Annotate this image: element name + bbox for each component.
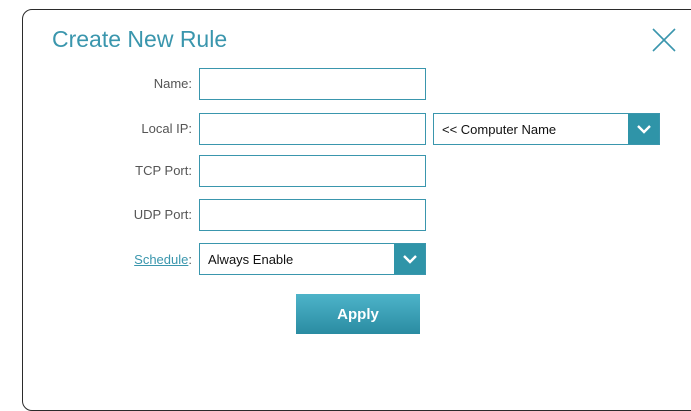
- tcp-port-label: TCP Port:: [135, 163, 192, 178]
- schedule-label-colon: :: [188, 252, 192, 267]
- chevron-down-icon: [636, 125, 651, 134]
- udp-port-input[interactable]: [199, 199, 426, 231]
- apply-button[interactable]: Apply: [296, 294, 420, 334]
- computer-name-dropdown-button[interactable]: [628, 114, 659, 144]
- dialog-title: Create New Rule: [52, 26, 228, 52]
- name-input[interactable]: [199, 68, 426, 100]
- close-icon: [652, 28, 676, 52]
- schedule-select-value: Always Enable: [208, 252, 294, 267]
- local-ip-input[interactable]: [199, 113, 426, 145]
- local-ip-label: Local IP:: [141, 121, 192, 136]
- schedule-dropdown-button[interactable]: [394, 244, 425, 274]
- chevron-down-icon: [402, 255, 417, 264]
- tcp-port-input[interactable]: [199, 155, 426, 187]
- computer-name-select-value: << Computer Name: [442, 122, 557, 137]
- computer-name-select[interactable]: << Computer Name: [433, 113, 660, 145]
- name-label: Name:: [153, 76, 192, 91]
- schedule-link[interactable]: Schedule: [134, 252, 188, 267]
- schedule-select[interactable]: Always Enable: [199, 243, 426, 275]
- close-button[interactable]: [651, 27, 677, 53]
- schedule-label: Schedule:: [72, 252, 192, 268]
- udp-port-label: UDP Port:: [133, 207, 192, 222]
